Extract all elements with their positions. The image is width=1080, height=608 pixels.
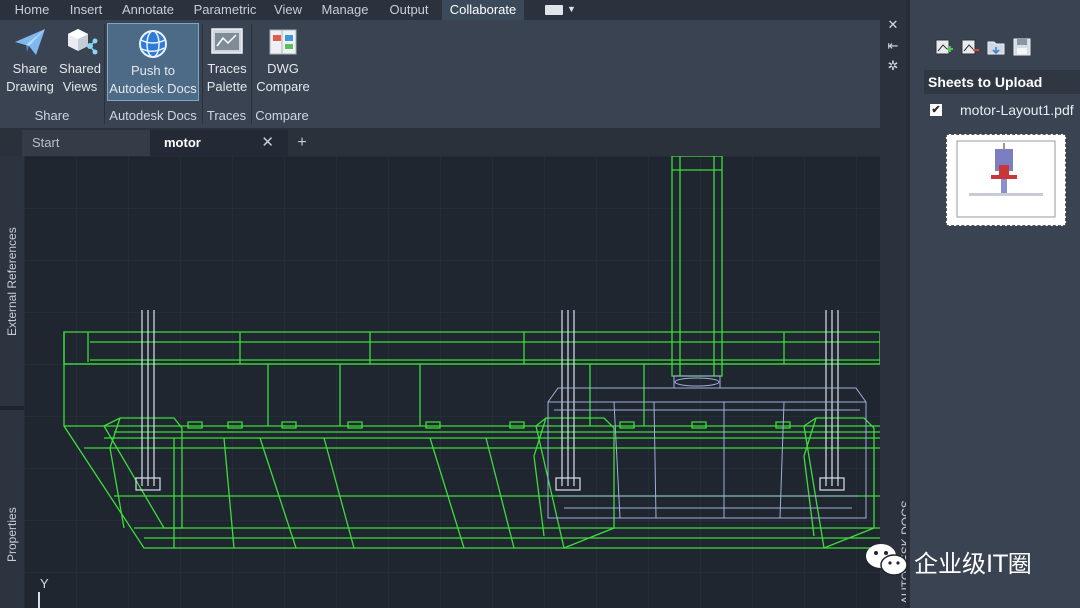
- traces-palette-label: Traces Palette: [206, 61, 248, 94]
- watermark-text: 企业级IT圈: [914, 550, 1032, 578]
- palette-divider: [0, 406, 24, 410]
- add-sheet-icon[interactable]: [934, 37, 954, 57]
- ribbon: Share Drawing Shared Views Push to Autod…: [0, 20, 880, 128]
- shared-views-label: Shared Views: [59, 61, 101, 94]
- shared-views-button[interactable]: Shared Views: [54, 20, 106, 104]
- folder-icon[interactable]: [986, 37, 1006, 57]
- panel-label-compare: Compare: [255, 108, 309, 123]
- tab-annotate[interactable]: Annotate: [114, 0, 182, 20]
- panel-label-autodesk-docs: Autodesk Docs: [109, 108, 197, 123]
- tab-motor[interactable]: motor ✕: [150, 130, 288, 156]
- tab-start-label: Start: [32, 135, 60, 150]
- traces-palette-button[interactable]: Traces Palette: [204, 20, 250, 104]
- cube-share-icon: [62, 26, 98, 58]
- share-drawing-label: Share Drawing: [6, 61, 54, 94]
- tab-collaborate[interactable]: Collaborate: [442, 0, 524, 20]
- globe-icon: [135, 28, 171, 60]
- tab-parametric[interactable]: Parametric: [188, 0, 262, 20]
- panel-dropdown[interactable]: ▼: [545, 4, 576, 16]
- motor-wireframe-model: [24, 156, 880, 608]
- wechat-logo: [866, 544, 908, 576]
- watermark: 企业级IT圈: [864, 540, 1032, 580]
- ucs-y-axis-label: Y: [40, 576, 49, 591]
- chevron-down-icon: ▼: [567, 4, 576, 14]
- tab-view[interactable]: View: [266, 0, 310, 20]
- sheet-name[interactable]: motor-Layout1.pdf: [960, 102, 1074, 118]
- tab-output[interactable]: Output: [380, 0, 438, 20]
- remove-sheet-icon[interactable]: [960, 37, 980, 57]
- close-icon[interactable]: ✕: [261, 130, 274, 156]
- share-drawing-button[interactable]: Share Drawing: [2, 20, 58, 104]
- sheets-to-upload-header: Sheets to Upload: [924, 70, 1080, 94]
- drawing-canvas[interactable]: [24, 156, 880, 608]
- tab-home[interactable]: Home: [4, 0, 60, 20]
- autodesk-docs-panel: Sheets to Upload ✔ motor-Layout1.pdf: [906, 0, 1080, 608]
- ucs-icon: [38, 592, 40, 608]
- traces-palette-icon: [209, 26, 245, 58]
- palette-strip: External References Properties: [0, 156, 24, 608]
- push-to-autodesk-docs-button[interactable]: Push to Autodesk Docs: [107, 23, 199, 101]
- panel-label-share: Share: [34, 108, 70, 123]
- save-icon[interactable]: [1012, 37, 1032, 57]
- tab-start[interactable]: Start: [22, 130, 150, 156]
- new-tab-button[interactable]: +: [290, 130, 314, 156]
- sheet-thumbnail[interactable]: [946, 134, 1066, 226]
- ribbon-tab-bar: Home Insert Annotate Parametric View Man…: [0, 0, 880, 20]
- sheet-checkbox[interactable]: ✔: [930, 104, 942, 116]
- sheet-preview-image: [956, 140, 1056, 218]
- close-icon[interactable]: ✕: [885, 17, 901, 33]
- tab-manage[interactable]: Manage: [314, 0, 376, 20]
- external-references-palette[interactable]: External References: [5, 227, 19, 336]
- dropdown-box-icon: [545, 5, 563, 15]
- gear-icon[interactable]: ✲: [885, 58, 901, 74]
- dwg-compare-icon: [265, 26, 301, 58]
- panel-label-traces: Traces: [206, 108, 247, 123]
- paper-plane-icon: [12, 26, 48, 58]
- dwg-compare-label: DWG Compare: [256, 61, 310, 94]
- push-to-autodesk-docs-label: Push to Autodesk Docs: [109, 63, 197, 96]
- tab-motor-label: motor: [164, 135, 201, 150]
- dwg-compare-button[interactable]: DWG Compare: [254, 20, 312, 104]
- document-tab-bar: Start motor ✕ +: [0, 128, 880, 156]
- properties-palette[interactable]: Properties: [5, 507, 19, 562]
- tab-insert[interactable]: Insert: [62, 0, 110, 20]
- auto-hide-icon[interactable]: ⇤: [885, 38, 901, 54]
